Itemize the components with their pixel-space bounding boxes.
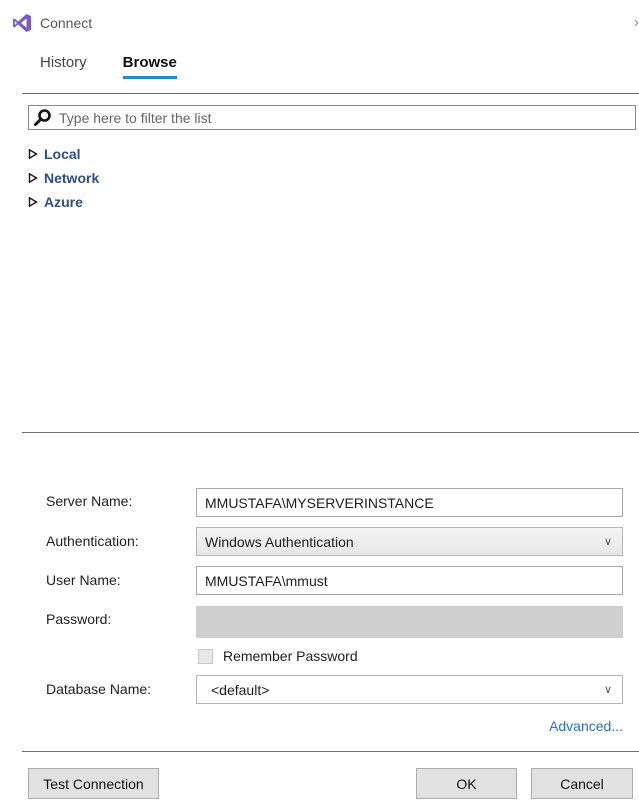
expand-triangle-icon[interactable] xyxy=(28,173,38,183)
connect-dialog: Connect › History Browse Local Network A… xyxy=(0,0,639,808)
remember-password-checkbox[interactable] xyxy=(198,648,213,664)
database-name-select[interactable]: <default> ∨ xyxy=(196,675,623,704)
server-name-value: MMUSTAFA\MYSERVERINSTANCE xyxy=(205,494,434,511)
tab-browse[interactable]: Browse xyxy=(122,54,178,79)
window-title: Connect xyxy=(40,15,93,31)
authentication-select[interactable]: Windows Authentication ∨ xyxy=(196,527,623,556)
chevron-right-icon[interactable]: › xyxy=(634,14,639,32)
test-connection-button[interactable]: Test Connection xyxy=(28,768,159,799)
divider xyxy=(22,751,639,752)
ok-button[interactable]: OK xyxy=(416,768,517,799)
tab-bar: History Browse xyxy=(40,54,178,79)
password-label: Password: xyxy=(46,611,112,627)
visual-studio-logo-icon xyxy=(13,14,31,32)
tree-node-network[interactable]: Network xyxy=(28,166,99,190)
title-bar: Connect xyxy=(12,12,92,34)
password-field[interactable] xyxy=(196,606,623,638)
search-icon xyxy=(34,108,51,126)
tree-node-label: Network xyxy=(44,170,100,186)
tree-node-azure[interactable]: Azure xyxy=(28,190,99,214)
divider xyxy=(22,93,639,94)
server-name-field[interactable]: MMUSTAFA\MYSERVERINSTANCE xyxy=(196,488,623,517)
user-name-value: MMUSTAFA\mmust xyxy=(205,572,328,589)
authentication-value: Windows Authentication xyxy=(205,533,354,550)
filter-input[interactable] xyxy=(57,108,621,127)
user-name-field[interactable]: MMUSTAFA\mmust xyxy=(196,566,623,595)
database-name-value: <default> xyxy=(211,681,270,698)
remember-password-label: Remember Password xyxy=(223,648,358,664)
cancel-button[interactable]: Cancel xyxy=(531,768,633,799)
tree-node-local[interactable]: Local xyxy=(28,142,99,166)
tree-node-label: Azure xyxy=(44,194,83,210)
remember-password-row[interactable]: Remember Password xyxy=(198,648,358,664)
chevron-down-icon: ∨ xyxy=(603,536,612,548)
server-name-label: Server Name: xyxy=(46,493,133,509)
expand-triangle-icon[interactable] xyxy=(28,197,38,207)
advanced-link[interactable]: Advanced... xyxy=(549,718,623,734)
user-name-label: User Name: xyxy=(46,572,121,588)
chevron-down-icon: ∨ xyxy=(603,684,612,696)
database-name-label: Database Name: xyxy=(46,681,152,697)
authentication-label: Authentication: xyxy=(46,533,139,549)
tree-node-label: Local xyxy=(44,146,81,162)
server-tree: Local Network Azure xyxy=(28,142,99,214)
expand-triangle-icon[interactable] xyxy=(28,149,38,159)
filter-box xyxy=(28,105,636,130)
divider xyxy=(22,432,639,433)
tab-history[interactable]: History xyxy=(40,54,87,77)
